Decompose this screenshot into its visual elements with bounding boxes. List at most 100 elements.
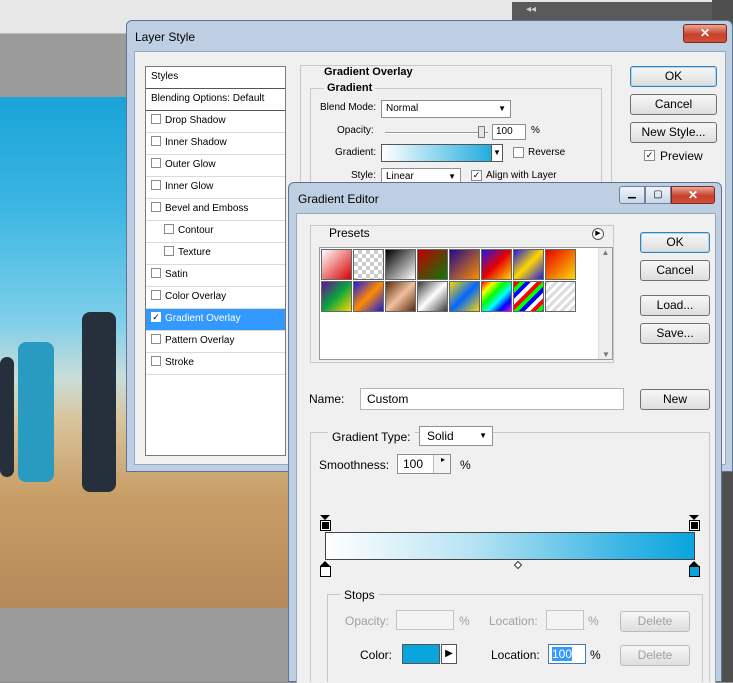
gradient-preset-swatch[interactable] xyxy=(385,249,416,280)
gradient-preset-swatch[interactable] xyxy=(321,281,352,312)
scroll-down-icon[interactable]: ▼ xyxy=(599,350,613,359)
presets-menu-icon[interactable]: ▶ xyxy=(592,228,604,240)
gradient-preset-swatch[interactable] xyxy=(353,281,384,312)
styles-list-item[interactable]: Drop Shadow xyxy=(146,111,285,133)
styles-list-item[interactable]: Inner Shadow xyxy=(146,133,285,155)
style-checkbox[interactable]: ✓ xyxy=(151,312,161,323)
gradient-preset-swatch[interactable] xyxy=(513,249,544,280)
scroll-up-icon[interactable]: ▲ xyxy=(599,248,612,257)
delete-opacity-stop-button[interactable]: Delete xyxy=(620,611,690,632)
gradient-preset-swatch[interactable] xyxy=(321,249,352,280)
gradient-preset-swatch[interactable] xyxy=(417,281,448,312)
style-checkbox[interactable] xyxy=(151,268,161,279)
blend-mode-select[interactable]: Normal ▼ xyxy=(381,100,511,118)
ok-button[interactable]: OK xyxy=(640,232,710,253)
style-checkbox[interactable] xyxy=(164,224,174,235)
opacity-stop-right[interactable] xyxy=(689,515,700,531)
styles-list-item[interactable]: Satin xyxy=(146,265,285,287)
style-checkbox[interactable] xyxy=(151,114,161,125)
styles-list-item[interactable]: Inner Glow xyxy=(146,177,285,199)
gradient-preset-swatch[interactable] xyxy=(449,281,480,312)
stop-opacity-input[interactable] xyxy=(396,610,454,630)
maximize-icon[interactable]: ▢ xyxy=(653,189,662,200)
styles-list-item[interactable]: Styles xyxy=(146,67,285,89)
cancel-button[interactable]: Cancel xyxy=(640,260,710,281)
delete-color-stop-button[interactable]: Delete xyxy=(620,645,690,666)
align-with-layer-checkbox[interactable]: ✓ xyxy=(471,170,482,181)
gradient-preview-bar[interactable] xyxy=(325,532,695,560)
color-stop-left[interactable] xyxy=(320,561,331,577)
gradient-swatch[interactable] xyxy=(381,144,503,162)
gradient-preset-swatch[interactable] xyxy=(353,249,384,280)
close-icon[interactable]: ✕ xyxy=(688,188,698,202)
styles-list-item[interactable]: ✓ Gradient Overlay xyxy=(146,309,285,331)
presets-scrollbar[interactable]: ▲ ▼ xyxy=(598,248,612,359)
preview-checkbox[interactable]: ✓ xyxy=(644,150,655,161)
color-stop-right[interactable] xyxy=(689,561,700,577)
close-button[interactable]: ✕ xyxy=(683,24,727,43)
smoothness-stepper[interactable]: ▸ xyxy=(433,455,450,473)
color-picker-arrow-icon[interactable]: ▶ xyxy=(441,644,457,664)
minimize-icon[interactable]: ▁ xyxy=(628,188,636,199)
gradient-preset-swatch[interactable] xyxy=(545,281,576,312)
chevron-right-icon[interactable]: ▸ xyxy=(441,455,445,464)
styles-list-item[interactable]: Color Overlay xyxy=(146,287,285,309)
styles-list-item[interactable]: Texture xyxy=(146,243,285,265)
styles-list-item[interactable]: Outer Glow xyxy=(146,155,285,177)
gradient-preset-swatch[interactable] xyxy=(513,281,544,312)
opacity-input[interactable]: 100 xyxy=(492,124,526,140)
styles-list-item[interactable]: Pattern Overlay xyxy=(146,331,285,353)
gradient-preset-swatch[interactable] xyxy=(545,249,576,280)
styles-list-item[interactable]: Blending Options: Default xyxy=(146,89,285,111)
gradient-preset-swatch[interactable] xyxy=(481,281,512,312)
load-button[interactable]: Load... xyxy=(640,295,710,316)
cancel-button[interactable]: Cancel xyxy=(630,94,717,115)
styles-list-item[interactable]: Stroke xyxy=(146,353,285,375)
smoothness-label: Smoothness: xyxy=(319,458,390,472)
smoothness-unit: % xyxy=(460,458,471,472)
opacity-label: Opacity: xyxy=(337,125,374,136)
save-button[interactable]: Save... xyxy=(640,323,710,344)
close-button[interactable]: ✕ xyxy=(671,186,715,204)
ok-button[interactable]: OK xyxy=(630,66,717,87)
styles-list-item[interactable]: Bevel and Emboss xyxy=(146,199,285,221)
photo-person xyxy=(82,312,116,492)
stops-group xyxy=(327,594,703,682)
new-button[interactable]: New xyxy=(640,389,710,410)
stop-color-swatch[interactable] xyxy=(402,644,440,664)
styles-list: Styles Blending Options: Default Drop Shad… xyxy=(145,66,286,456)
style-checkbox[interactable] xyxy=(164,246,174,257)
subsection-title: Gradient xyxy=(324,82,376,94)
color-location-input[interactable]: 100 xyxy=(548,644,586,664)
stop-opacity-location-input[interactable] xyxy=(546,610,584,630)
gradient-preset-swatch[interactable] xyxy=(417,249,448,280)
align-with-layer-label: Align with Layer xyxy=(486,170,557,181)
gradient-preset-swatch[interactable] xyxy=(385,281,416,312)
gradient-type-select[interactable]: Solid ▼ xyxy=(419,426,493,446)
style-checkbox[interactable] xyxy=(151,290,161,301)
gradient-preset-swatch[interactable] xyxy=(481,249,512,280)
style-checkbox[interactable] xyxy=(151,202,161,213)
styles-list-item[interactable]: Contour xyxy=(146,221,285,243)
opacity-slider-thumb[interactable] xyxy=(478,126,485,138)
chevron-down-icon[interactable]: ▼ xyxy=(491,145,502,161)
panel-collapse-bar[interactable]: ◂◂ xyxy=(512,2,732,20)
dialog-body: Presets ▶ ▲ ▼ OK Cancel Load... Save... … xyxy=(296,213,716,683)
style-checkbox[interactable] xyxy=(151,136,161,147)
new-style-button[interactable]: New Style... xyxy=(630,122,717,143)
maximize-button[interactable]: ▢ xyxy=(645,186,671,204)
close-icon[interactable]: ✕ xyxy=(700,26,710,40)
style-checkbox[interactable] xyxy=(151,158,161,169)
opacity-stop-left[interactable] xyxy=(320,515,331,531)
gradient-preset-swatch[interactable] xyxy=(449,249,480,280)
style-value: Linear xyxy=(386,171,414,182)
reverse-checkbox[interactable] xyxy=(513,147,524,158)
minimize-button[interactable]: ▁ xyxy=(619,186,645,204)
name-input[interactable]: Custom xyxy=(360,388,624,410)
style-checkbox[interactable] xyxy=(151,180,161,191)
opacity-slider[interactable] xyxy=(385,132,488,134)
section-title: Gradient Overlay xyxy=(320,66,417,78)
style-checkbox[interactable] xyxy=(151,356,161,367)
style-checkbox[interactable] xyxy=(151,334,161,345)
collapse-icon[interactable]: ◂◂ xyxy=(526,4,536,15)
